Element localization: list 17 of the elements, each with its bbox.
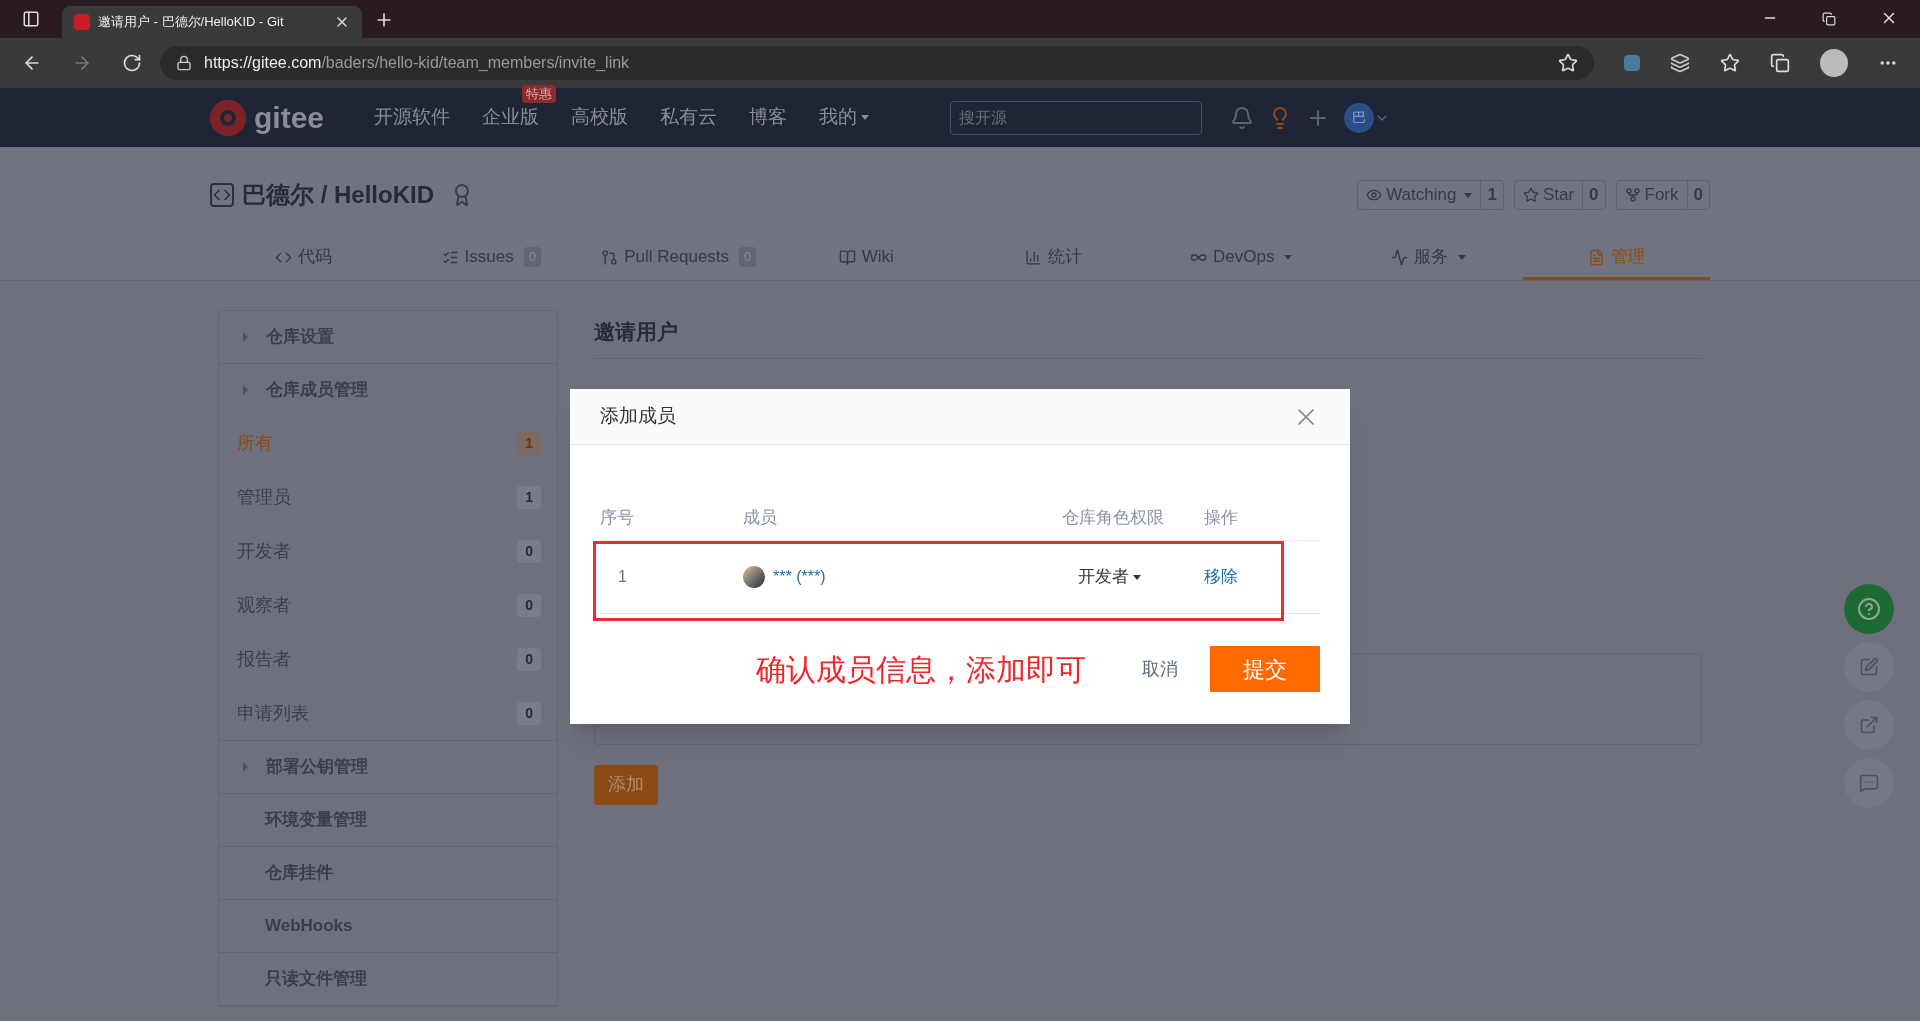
dialog-title: 添加成员 [600, 404, 677, 429]
count-badge: 0 [517, 701, 541, 725]
annotation-text: 确认成员信息，添加即可 [756, 651, 1087, 688]
count-badge: 0 [517, 539, 541, 563]
column-header: 仓库角色权限 [1062, 506, 1165, 529]
column-header: 操作 [1204, 506, 1239, 529]
count-badge: 0 [517, 647, 541, 671]
count-badge: 1 [517, 485, 541, 509]
tab-title: 邀请用户 - 巴德尔/HelloKID - Git [98, 13, 285, 32]
promo-badge: 特惠 [522, 85, 557, 104]
count-badge: 0 [517, 593, 541, 617]
page-title: 邀请用户 [594, 316, 1702, 359]
column-header: 序号 [600, 506, 635, 529]
url-text: https://gitee.com/baders/hello-kid/team_members/invite_link [204, 53, 631, 73]
count-badge: 1 [517, 431, 541, 455]
table-cell-text: 1 [617, 567, 628, 587]
column-header: 成员 [743, 506, 778, 529]
